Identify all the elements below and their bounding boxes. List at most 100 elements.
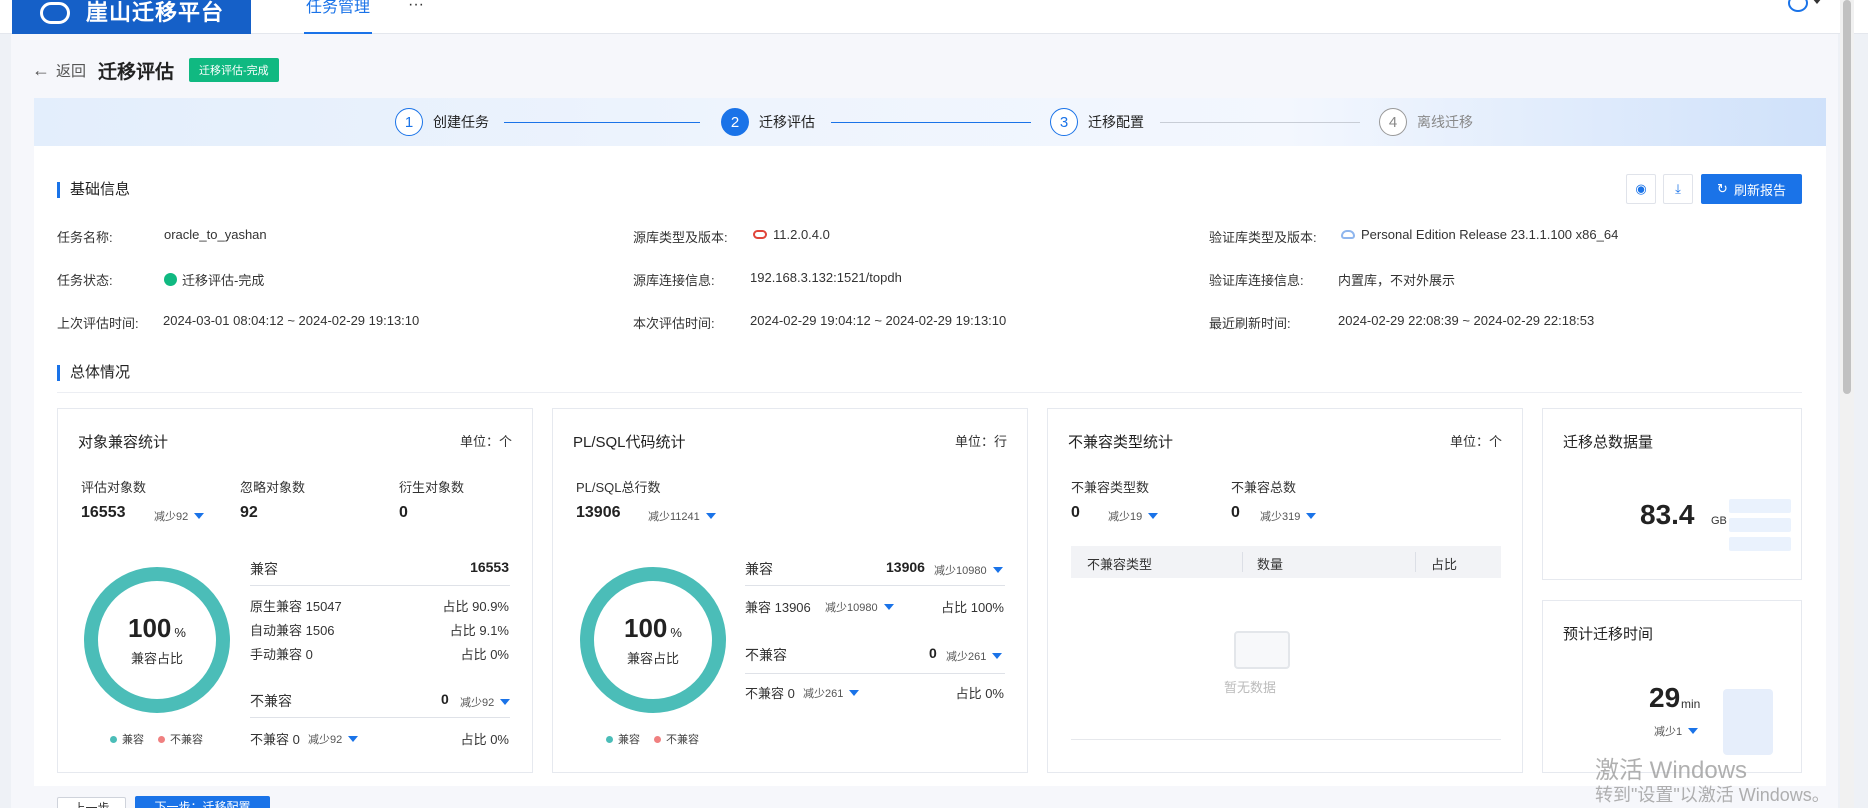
incompat2-ratio: 占比 0% bbox=[460, 732, 509, 747]
eye-icon[interactable]: ◉ bbox=[1626, 174, 1656, 204]
scrollbar-thumb[interactable] bbox=[1843, 0, 1851, 394]
table-bottom-line bbox=[1071, 739, 1501, 740]
empty-inbox-icon bbox=[1234, 631, 1290, 669]
user-avatar-icon[interactable] bbox=[1788, 0, 1808, 12]
step-migration-eval[interactable]: 2 迁移评估 bbox=[721, 108, 815, 136]
type-count-value: 0 bbox=[1071, 504, 1080, 521]
back-button[interactable]: ← 返回 bbox=[32, 60, 86, 81]
col-header-type: 不兼容类型 bbox=[1087, 557, 1153, 572]
next-step-button[interactable]: 下一步：迁移配置 bbox=[135, 796, 270, 808]
est-time-panel: 预计迁移时间 29 min 减少1 bbox=[1542, 600, 1802, 773]
native-compat-label: 原生兼容 15047 bbox=[250, 599, 342, 614]
caret-down-icon bbox=[883, 604, 894, 610]
refresh-icon: ↻ bbox=[1717, 181, 1728, 196]
caret-down-icon bbox=[1306, 513, 1317, 519]
plsql-total-value: 13906 bbox=[576, 504, 621, 521]
incompat-table-header: 不兼容类型 数量 占比 bbox=[1071, 546, 1501, 578]
task-name-label: 任务名称: bbox=[57, 230, 113, 245]
incompat2-label: 不兼容 0 bbox=[250, 732, 300, 747]
steps-bar: 1 创建任务 2 迁移评估 3 迁移配置 4 离线迁移 bbox=[34, 98, 1826, 146]
app-logo[interactable]: 崖山迁移平台 bbox=[12, 0, 251, 34]
incompat-delta: 减少261 bbox=[946, 648, 1003, 664]
incompat2-label: 不兼容 0 bbox=[745, 686, 795, 701]
windows-watermark-subtitle: 转到"设置"以激活 Windows。 bbox=[1595, 785, 1830, 805]
donut-label: 兼容占比 bbox=[130, 651, 183, 666]
prev-step-button[interactable]: 上一步 bbox=[57, 797, 126, 808]
auto-compat-ratio: 占比 9.1% bbox=[449, 623, 509, 638]
type-count-label: 不兼容类型数 bbox=[1071, 480, 1150, 495]
panel-unit: 单位：个 bbox=[459, 434, 512, 449]
eval-count-label: 评估对象数 bbox=[81, 480, 147, 495]
panel-unit: 单位：行 bbox=[954, 434, 1007, 449]
compat2-ratio: 占比 100% bbox=[941, 600, 1004, 615]
database-icon-segment bbox=[1729, 537, 1791, 551]
source-conn-value: 192.168.3.132:1521/topdh bbox=[750, 270, 902, 285]
chevron-down-icon[interactable] bbox=[1812, 0, 1822, 4]
step-offline-migration[interactable]: 4 离线迁移 bbox=[1379, 108, 1473, 136]
download-icon[interactable]: ⤓ bbox=[1663, 174, 1693, 204]
panel-title: 预计迁移时间 bbox=[1563, 626, 1654, 643]
refresh-report-button[interactable]: ↻ 刷新报告 bbox=[1701, 174, 1802, 204]
step-number: 2 bbox=[721, 108, 749, 136]
compat-value: 16553 bbox=[470, 559, 509, 575]
step-label: 离线迁移 bbox=[1417, 114, 1473, 130]
caret-down-icon bbox=[1148, 513, 1159, 519]
ignore-count-value: 92 bbox=[240, 504, 258, 521]
manual-compat-ratio: 占比 0% bbox=[460, 647, 509, 662]
success-icon bbox=[164, 273, 177, 286]
oracle-icon bbox=[753, 230, 767, 239]
total-data-panel: 迁移总数据量 83.4 GB bbox=[1542, 408, 1802, 580]
object-compat-panel: 对象兼容统计 单位：个 评估对象数 16553 减少92 忽略对象数 92 衍生… bbox=[57, 408, 533, 773]
plsql-total-delta: 减少11241 bbox=[648, 508, 716, 524]
nav-tab-task-management[interactable]: 任务管理 bbox=[304, 0, 373, 34]
compat2-delta: 减少10980 bbox=[825, 599, 894, 615]
derived-count-value: 0 bbox=[399, 504, 408, 521]
incompat-value: 0 bbox=[929, 645, 937, 661]
step-number: 1 bbox=[395, 108, 423, 136]
step-number: 4 bbox=[1379, 108, 1407, 136]
eval-count-value: 16553 bbox=[81, 504, 126, 521]
step-migration-config[interactable]: 3 迁移配置 bbox=[1050, 108, 1144, 136]
compat-value: 13906 bbox=[886, 559, 925, 575]
est-time-unit: min bbox=[1681, 697, 1701, 711]
cloud-icon bbox=[1341, 230, 1355, 239]
compat-label: 兼容 bbox=[250, 561, 278, 577]
nav-more-button[interactable]: ··· bbox=[408, 0, 424, 14]
recent-refresh-value: 2024-02-29 22:08:39 ~ 2024-02-29 22:18:5… bbox=[1338, 313, 1595, 328]
source-conn-label: 源库连接信息: bbox=[633, 273, 715, 288]
legend-compat: 兼容 bbox=[606, 731, 640, 747]
refresh-report-label: 刷新报告 bbox=[1733, 182, 1786, 198]
verify-conn-value: 内置库，不对外展示 bbox=[1338, 273, 1456, 288]
this-eval-label: 本次评估时间: bbox=[633, 316, 715, 331]
incompat-total-value: 0 bbox=[1231, 504, 1240, 521]
compat-donut-chart: 100% 兼容占比 bbox=[84, 567, 230, 713]
incompat2-ratio: 占比 0% bbox=[955, 686, 1004, 701]
step-connector bbox=[504, 122, 700, 123]
page-scrollbar[interactable] bbox=[1840, 0, 1854, 808]
step-number: 3 bbox=[1050, 108, 1078, 136]
donut-label: 兼容占比 bbox=[626, 651, 679, 666]
source-type-value: 11.2.0.4.0 bbox=[753, 227, 830, 242]
caret-down-icon bbox=[194, 513, 205, 519]
source-type-label: 源库类型及版本: bbox=[633, 230, 728, 245]
empty-text: 暂无数据 bbox=[1224, 680, 1277, 695]
incompat-delta: 减少92 bbox=[460, 694, 511, 710]
section-title-overview: 总体情况 bbox=[57, 365, 130, 381]
total-data-value: 83.4 bbox=[1640, 499, 1695, 530]
incompat-label: 不兼容 bbox=[745, 647, 787, 663]
document-clock-icon bbox=[1723, 689, 1773, 755]
panel-title: 不兼容类型统计 bbox=[1068, 434, 1174, 451]
incompat2-delta: 减少261 bbox=[803, 685, 860, 701]
top-bar: 崖山迁移平台 任务管理 ··· bbox=[0, 0, 1868, 34]
incompat2-delta: 减少92 bbox=[308, 731, 359, 747]
caret-down-icon bbox=[992, 567, 1003, 573]
incompat-value: 0 bbox=[441, 691, 449, 707]
database-icon bbox=[1729, 499, 1791, 513]
step-create-task[interactable]: 1 创建任务 bbox=[395, 108, 489, 136]
panel-title: 迁移总数据量 bbox=[1563, 434, 1654, 451]
compat2-label: 兼容 13906 bbox=[745, 600, 811, 615]
panel-title: PL/SQL代码统计 bbox=[573, 434, 686, 451]
step-connector bbox=[1160, 122, 1360, 123]
col-header-ratio: 占比 bbox=[1431, 557, 1458, 572]
task-status-value: 迁移评估-完成 bbox=[164, 270, 264, 289]
